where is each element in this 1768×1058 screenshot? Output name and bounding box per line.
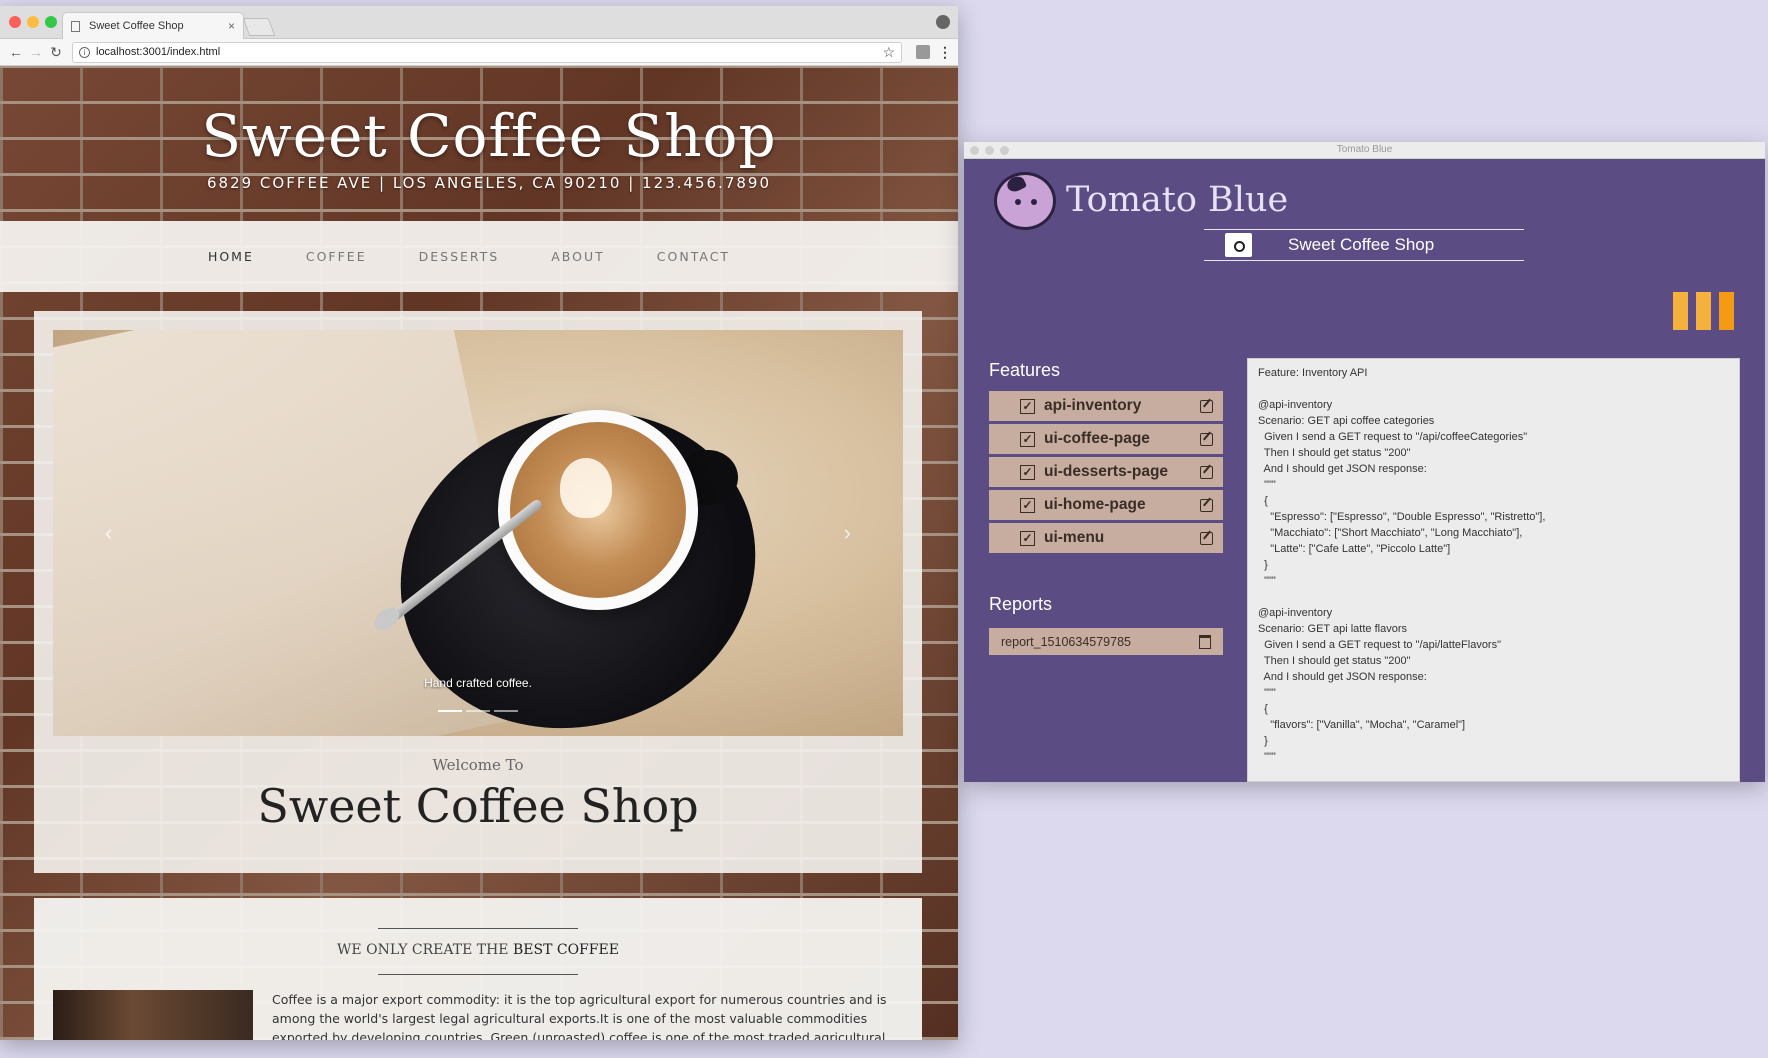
info-icon[interactable]: i bbox=[79, 46, 90, 58]
nav-about[interactable]: ABOUT bbox=[551, 249, 605, 264]
reload-icon[interactable]: ↻ bbox=[46, 44, 66, 61]
trash-icon[interactable] bbox=[1199, 634, 1211, 649]
welcome-subtitle: Welcome To bbox=[432, 756, 524, 774]
carousel[interactable]: ‹ › Hand crafted coffee. bbox=[53, 330, 903, 736]
tab-title: Sweet Coffee Shop bbox=[89, 20, 184, 32]
carousel-indicator[interactable] bbox=[494, 710, 518, 712]
extension-icon[interactable] bbox=[916, 45, 930, 59]
carousel-next-icon[interactable]: › bbox=[844, 520, 851, 546]
site-header: Sweet Coffee Shop 6829 COFFEE AVE | LOS … bbox=[0, 66, 958, 221]
nav-desserts[interactable]: DESSERTS bbox=[419, 249, 500, 264]
tomato-blue-window: Tomato Blue Tomato Blue Sweet Coffee Sho… bbox=[964, 142, 1765, 782]
window-title: Tomato Blue bbox=[1336, 144, 1393, 155]
star-icon[interactable]: ☆ bbox=[882, 44, 895, 61]
site-title: Sweet Coffee Shop bbox=[201, 102, 777, 170]
nav-home[interactable]: HOME bbox=[208, 249, 254, 264]
browser-window: Sweet Coffee Shop × ← → ↻ i localhost:30… bbox=[0, 6, 958, 1040]
site-address: 6829 COFFEE AVE | LOS ANGELES, CA 90210 … bbox=[206, 174, 771, 192]
tagline-prefix: WE ONLY CREATE THE bbox=[337, 942, 513, 958]
back-arrow-icon[interactable]: ← bbox=[6, 44, 26, 60]
tomato-logo-icon bbox=[994, 172, 1056, 230]
feature-item-api-inventory[interactable]: ✓ api-inventory bbox=[989, 391, 1223, 421]
browser-tab[interactable]: Sweet Coffee Shop × bbox=[62, 12, 244, 39]
url-text[interactable]: localhost:3001/index.html bbox=[96, 46, 882, 58]
nav-coffee[interactable]: COFFEE bbox=[306, 249, 367, 264]
feature-label: ui-home-page bbox=[1044, 496, 1146, 513]
edit-icon[interactable] bbox=[1200, 432, 1213, 446]
tab-bar: Sweet Coffee Shop × bbox=[0, 6, 958, 39]
close-tab-icon[interactable]: × bbox=[228, 19, 235, 33]
browser-toolbar: ← → ↻ i localhost:3001/index.html ☆ ⋮ bbox=[0, 39, 958, 66]
feature-label: ui-coffee-page bbox=[1044, 430, 1150, 447]
divider bbox=[378, 974, 578, 975]
status-bar bbox=[1673, 292, 1688, 330]
profile-icon[interactable] bbox=[936, 15, 950, 29]
content-body-text: Coffee is a major export commodity: it i… bbox=[272, 992, 887, 1040]
checkbox-icon[interactable]: ✓ bbox=[1020, 431, 1035, 447]
project-name: Sweet Coffee Shop bbox=[1288, 235, 1435, 254]
reports-heading: Reports bbox=[989, 594, 1053, 614]
welcome-title: Sweet Coffee Shop bbox=[257, 779, 699, 833]
carousel-indicator[interactable] bbox=[466, 710, 490, 712]
feature-item-ui-home-page[interactable]: ✓ ui-home-page bbox=[989, 490, 1223, 520]
app-title: Tomato Blue bbox=[1066, 180, 1289, 220]
feature-code-panel[interactable]: Feature: Inventory API @api-inventory Sc… bbox=[1247, 358, 1740, 782]
new-tab-button[interactable] bbox=[242, 18, 276, 36]
feature-label: api-inventory bbox=[1044, 397, 1142, 414]
status-bar bbox=[1719, 292, 1734, 330]
feature-item-ui-menu[interactable]: ✓ ui-menu bbox=[989, 523, 1223, 553]
edit-icon[interactable] bbox=[1200, 531, 1213, 545]
project-selector[interactable]: Sweet Coffee Shop bbox=[1204, 229, 1524, 261]
checkbox-icon[interactable]: ✓ bbox=[1020, 497, 1035, 513]
feature-item-ui-desserts-page[interactable]: ✓ ui-desserts-page bbox=[989, 457, 1223, 487]
feature-item-ui-coffee-page[interactable]: ✓ ui-coffee-page bbox=[989, 424, 1223, 454]
divider bbox=[378, 928, 578, 929]
menu-dots-icon[interactable]: ⋮ bbox=[938, 44, 952, 61]
checkbox-icon[interactable]: ✓ bbox=[1020, 530, 1035, 546]
minimize-window-button[interactable] bbox=[985, 146, 994, 155]
address-bar[interactable]: i localhost:3001/index.html ☆ bbox=[72, 41, 902, 63]
coffee-shop-thumbnail bbox=[53, 990, 253, 1040]
carousel-caption: Hand crafted coffee. bbox=[424, 676, 532, 690]
run-status-bars-icon[interactable] bbox=[1673, 292, 1734, 330]
content-panel: WE ONLY CREATE THE BEST COFFEE Coffee is… bbox=[34, 898, 922, 1040]
project-folder-icon[interactable] bbox=[1225, 233, 1252, 257]
nav-contact[interactable]: CONTACT bbox=[657, 249, 730, 264]
feature-label: ui-menu bbox=[1044, 529, 1105, 546]
edit-icon[interactable] bbox=[1200, 498, 1213, 512]
minimize-window-button[interactable] bbox=[27, 16, 39, 28]
edit-icon[interactable] bbox=[1200, 465, 1213, 479]
feature-label: ui-desserts-page bbox=[1044, 463, 1169, 480]
maximize-window-button[interactable] bbox=[45, 16, 57, 28]
close-window-button[interactable] bbox=[970, 146, 979, 155]
carousel-indicators bbox=[53, 710, 903, 712]
web-page: Sweet Coffee Shop 6829 COFFEE AVE | LOS … bbox=[0, 66, 958, 1040]
checkbox-icon[interactable]: ✓ bbox=[1020, 464, 1035, 480]
edit-icon[interactable] bbox=[1200, 399, 1213, 413]
close-window-button[interactable] bbox=[9, 16, 21, 28]
checkbox-icon[interactable]: ✓ bbox=[1020, 398, 1035, 414]
tomato-titlebar: Tomato Blue bbox=[964, 142, 1765, 159]
report-label: report_1510634579785 bbox=[1001, 634, 1131, 649]
report-item[interactable]: report_1510634579785 bbox=[989, 628, 1223, 655]
tagline-bold: BEST COFFEE bbox=[512, 942, 619, 958]
maximize-window-button[interactable] bbox=[1000, 146, 1009, 155]
page-icon bbox=[71, 20, 80, 32]
forward-arrow-icon[interactable]: → bbox=[26, 44, 46, 60]
site-nav: HOME COFFEE DESSERTS ABOUT CONTACT bbox=[0, 221, 958, 292]
hero-panel: ‹ › Hand crafted coffee. Welcome To Swee… bbox=[34, 311, 922, 873]
features-heading: Features bbox=[989, 360, 1061, 380]
carousel-indicator[interactable] bbox=[438, 710, 462, 712]
latte-art bbox=[560, 458, 612, 518]
carousel-prev-icon[interactable]: ‹ bbox=[105, 520, 112, 546]
feature-list: ✓ api-inventory ✓ ui-coffee-page ✓ ui-de… bbox=[989, 391, 1223, 556]
status-bar bbox=[1696, 292, 1711, 330]
tagline: WE ONLY CREATE THE BEST COFFEE bbox=[34, 942, 922, 958]
